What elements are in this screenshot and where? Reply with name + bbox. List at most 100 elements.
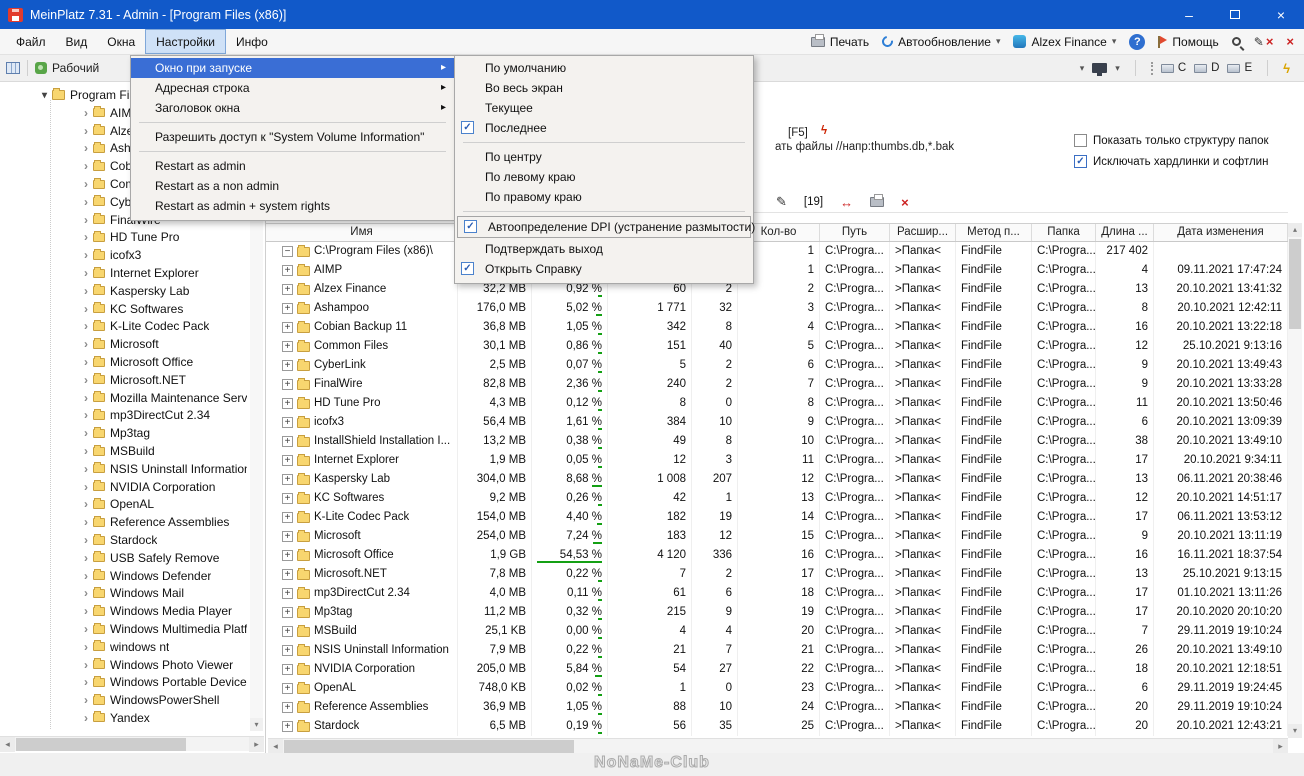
tree-item[interactable]: › KC Softwares — [84, 300, 247, 318]
scroll-right-icon[interactable]: ▸ — [249, 737, 264, 752]
scrollbar-thumb[interactable] — [1289, 239, 1301, 329]
table-row[interactable]: + Cobian Backup 11 36,8 MB 1,05 % 342 8 4 C:\Pr… — [266, 318, 1288, 337]
expand-icon[interactable]: + — [282, 436, 293, 447]
table-horizontal-scrollbar[interactable]: ◂ ▸ — [268, 738, 1288, 753]
table-row[interactable]: + Common Files 30,1 MB 0,86 % 151 40 5 C:\Progr… — [266, 337, 1288, 356]
submenu-item[interactable]: Подтверждать выход — [455, 239, 753, 259]
chevron-right-icon[interactable]: › — [84, 658, 88, 672]
scroll-right-icon[interactable]: ▸ — [1273, 739, 1288, 753]
table-row[interactable]: + Reference Assemblies 36,9 MB 1,05 % 88 10 24… — [266, 698, 1288, 717]
chevron-right-icon[interactable]: › — [84, 586, 88, 600]
print-button[interactable]: Печать — [810, 33, 869, 49]
chevron-down-icon[interactable]: ▾ — [1080, 63, 1085, 74]
expand-icon[interactable]: + — [282, 398, 293, 409]
tree-item[interactable]: › Microsoft — [84, 335, 247, 353]
expand-icon[interactable]: + — [282, 721, 293, 732]
menu-item[interactable]: Restart as a non admin — [131, 176, 454, 196]
tree-item[interactable]: › Stardock — [84, 531, 247, 549]
tree-item[interactable]: › Microsoft Office — [84, 353, 247, 371]
workspace-tab[interactable]: Рабочий — [52, 61, 99, 75]
table-row[interactable]: + K-Lite Codec Pack 154,0 MB 4,40 % 182 19 14 C… — [266, 508, 1288, 527]
chevron-right-icon[interactable]: › — [84, 213, 88, 227]
submenu-item[interactable]: ✓ Открыть Справку — [455, 259, 753, 279]
expand-icon[interactable]: + — [282, 303, 293, 314]
chevron-down-icon[interactable]: ▾ — [42, 90, 47, 101]
chevron-right-icon[interactable]: › — [84, 408, 88, 422]
tree-item[interactable]: › icofx3 — [84, 246, 247, 264]
chevron-right-icon[interactable]: › — [84, 640, 88, 654]
swap-columns-icon[interactable]: ↔ — [840, 195, 853, 210]
submenu-item[interactable]: ✓ Последнее — [455, 118, 753, 138]
chevron-right-icon[interactable]: › — [84, 675, 88, 689]
table-row[interactable]: + mp3DirectCut 2.34 4,0 MB 0,11 % 61 6 18 C:\Pr… — [266, 584, 1288, 603]
scroll-left-icon[interactable]: ◂ — [0, 737, 15, 752]
scroll-down-icon[interactable]: ▾ — [250, 718, 263, 731]
tree-item[interactable]: › Internet Explorer — [84, 264, 247, 282]
chevron-right-icon[interactable]: › — [84, 711, 88, 725]
menu-item[interactable]: Разрешить доступ к "System Volume Inform… — [131, 127, 454, 147]
submenu-item[interactable]: По левому краю — [455, 167, 753, 187]
tree-item[interactable]: › WindowsPowerShell — [84, 691, 247, 709]
table-row[interactable]: + FinalWire 82,8 MB 2,36 % 240 2 7 C:\Progra...… — [266, 375, 1288, 394]
tree-item[interactable]: › mp3DirectCut 2.34 — [84, 407, 247, 425]
expand-icon[interactable]: + — [282, 550, 293, 561]
chevron-right-icon[interactable]: › — [84, 533, 88, 547]
chevron-right-icon[interactable]: › — [84, 569, 88, 583]
chevron-right-icon[interactable]: › — [84, 604, 88, 618]
submenu-item[interactable]: По правому краю — [455, 187, 753, 207]
tree-item[interactable]: › Mozilla Maintenance Servic — [84, 389, 247, 407]
tree-item[interactable]: › Mp3tag — [84, 424, 247, 442]
table-row[interactable]: + Mp3tag 11,2 MB 0,32 % 215 9 19 C:\Progra... >П… — [266, 603, 1288, 622]
expand-icon[interactable]: + — [282, 588, 293, 599]
submenu-item[interactable]: Текущее — [455, 98, 753, 118]
view-grid-icon[interactable] — [6, 62, 20, 74]
chevron-right-icon[interactable]: › — [84, 284, 88, 298]
tree-item[interactable]: › Kaspersky Lab — [84, 282, 247, 300]
submenu-item[interactable]: Во весь экран — [455, 78, 753, 98]
chevron-down-icon[interactable]: ▾ — [1115, 63, 1120, 74]
minimize-button[interactable]: – — [1166, 0, 1212, 29]
printer-icon[interactable] — [870, 194, 885, 207]
tree-item[interactable]: › HD Tune Pro — [84, 229, 247, 247]
table-row[interactable]: − C:\Program Files (x86)\ 1 C:\Progra... >Па… — [266, 242, 1288, 261]
exclude-hardlinks-checkbox[interactable]: ✓ Исключать хардлинки и софтлин — [1074, 155, 1268, 168]
menubar-item[interactable]: Окна — [97, 29, 145, 54]
tree-item[interactable]: › Yandex — [84, 709, 247, 727]
chevron-right-icon[interactable]: › — [84, 195, 88, 209]
edit-icon[interactable]: ✎ — [776, 194, 787, 210]
chevron-right-icon[interactable]: › — [84, 497, 88, 511]
column-header[interactable]: Имя — [266, 224, 458, 241]
chevron-right-icon[interactable]: › — [84, 230, 88, 244]
tree-item[interactable]: › Windows Multimedia Platfo — [84, 620, 247, 638]
table-row[interactable]: + icofx3 56,4 MB 1,61 % 384 10 9 C:\Progra... >П… — [266, 413, 1288, 432]
menu-item[interactable]: Адресная строка ▸ — [131, 78, 454, 98]
chevron-right-icon[interactable]: › — [84, 444, 88, 458]
expand-icon[interactable]: + — [282, 341, 293, 352]
column-header[interactable]: Папка — [1032, 224, 1096, 241]
column-header[interactable]: Длина ... — [1096, 224, 1154, 241]
expand-icon[interactable]: + — [282, 626, 293, 637]
search-icon[interactable] — [1231, 37, 1241, 46]
chevron-right-icon[interactable]: › — [84, 141, 88, 155]
tree-item[interactable]: › K-Lite Codec Pack — [84, 318, 247, 336]
chevron-right-icon[interactable]: › — [84, 266, 88, 280]
menu-item[interactable]: Окно при запуске ▸ — [131, 58, 454, 78]
chevron-right-icon[interactable]: › — [84, 337, 88, 351]
table-row[interactable]: + Microsoft Office 1,9 GB 54,53 % 4 120 336 16… — [266, 546, 1288, 565]
table-row[interactable]: + NSIS Uninstall Information 7,9 MB 0,22 % 2… — [266, 641, 1288, 660]
expand-icon[interactable]: − — [282, 246, 293, 257]
expand-icon[interactable]: + — [282, 607, 293, 618]
scrollbar-thumb[interactable] — [16, 738, 186, 751]
monitor-icon[interactable] — [1092, 63, 1108, 76]
scroll-down-icon[interactable]: ▾ — [1288, 724, 1302, 738]
chevron-right-icon[interactable]: › — [84, 391, 88, 405]
close-search-icon[interactable]: × — [1286, 34, 1294, 49]
chevron-right-icon[interactable]: › — [84, 302, 88, 316]
expand-icon[interactable]: + — [282, 474, 293, 485]
tree-item[interactable]: › NSIS Uninstall Information — [84, 460, 247, 478]
table-row[interactable]: + InstallShield Installation I... 13,2 MB 0… — [266, 432, 1288, 451]
expand-icon[interactable]: + — [282, 455, 293, 466]
chevron-right-icon[interactable]: › — [84, 622, 88, 636]
chevron-right-icon[interactable]: › — [84, 106, 88, 120]
chevron-right-icon[interactable]: › — [84, 124, 88, 138]
